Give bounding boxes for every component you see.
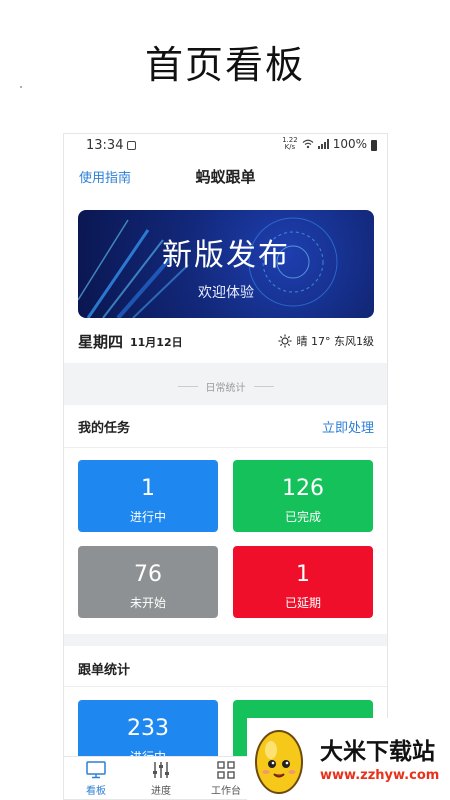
divider-line-right	[253, 386, 274, 387]
phone-screen: 13:34 1.22 K/s 100% 使用指南 蚂蚁跟单 新版发布 欢迎体验 …	[63, 133, 388, 800]
status-right: 1.22 K/s 100%	[282, 137, 377, 151]
mascot-egg-logo	[255, 730, 303, 794]
task-tile-in-progress[interactable]: 1 进行中	[78, 460, 218, 532]
status-bar: 13:34 1.22 K/s 100%	[64, 134, 387, 158]
battery-icon	[371, 139, 377, 151]
sun-icon	[278, 334, 291, 348]
tab-dashboard[interactable]: 看板	[66, 761, 126, 797]
app-notification-icon	[127, 141, 136, 150]
section-band	[64, 634, 387, 646]
tab-progress[interactable]: 进度	[131, 761, 191, 797]
tile-label: 已完成	[284, 510, 321, 524]
tile-value: 233	[127, 716, 169, 741]
wifi-icon	[302, 139, 314, 149]
task-tile-not-started[interactable]: 76 未开始	[78, 546, 218, 618]
tab-label: 进度	[151, 786, 171, 797]
network-speed-unit: K/s	[284, 143, 296, 151]
sliders-icon	[153, 762, 169, 778]
section-band: 日常统计	[64, 363, 387, 405]
divider-line-left	[177, 386, 198, 387]
banner-title: 新版发布	[162, 238, 290, 273]
task-tile-delayed[interactable]: 1 已延期	[233, 546, 373, 618]
promo-banner[interactable]: 新版发布 欢迎体验	[78, 210, 374, 318]
process-now-link[interactable]: 立即处理	[322, 417, 374, 436]
section-divider-label: 日常统计	[205, 383, 246, 394]
weather-text: 晴 17° 东风1级	[296, 335, 375, 348]
watermark-url: www.zzhyw.com	[320, 768, 440, 783]
nav-bar: 使用指南 蚂蚁跟单	[64, 162, 387, 192]
site-watermark: 大米下载站 www.zzhyw.com	[247, 718, 450, 800]
task-tile-completed[interactable]: 126 已完成	[233, 460, 373, 532]
date-text: 11月12日	[130, 336, 183, 349]
network-speed: 1.22 K/s	[282, 137, 298, 151]
battery-percent: 100%	[332, 137, 367, 151]
divider	[64, 447, 387, 448]
tile-label: 已延期	[284, 596, 321, 610]
order-stats-title: 跟单统计	[78, 663, 131, 678]
weekday: 星期四	[78, 333, 124, 351]
section-divider: 日常统计	[64, 379, 387, 394]
tile-value: 1	[141, 476, 155, 501]
banner-subtitle: 欢迎体验	[198, 285, 254, 301]
tile-label: 未开始	[129, 596, 166, 610]
tile-label: 进行中	[129, 510, 166, 524]
app-title: 蚂蚁跟单	[195, 168, 256, 186]
weather: 晴 17° 东风1级	[278, 333, 375, 349]
tile-value: 76	[134, 562, 162, 587]
tab-label: 工作台	[211, 786, 241, 797]
tile-value: 1	[296, 562, 310, 587]
page-dot	[20, 86, 22, 88]
watermark-name: 大米下载站	[320, 739, 435, 765]
page-heading: 首页看板	[144, 43, 305, 87]
divider	[64, 686, 387, 687]
my-tasks-title: 我的任务	[78, 421, 131, 436]
tile-value: 126	[282, 476, 324, 501]
my-tasks-header: 我的任务 立即处理	[78, 417, 374, 437]
date-weather-row: 星期四 11月12日 晴 17° 东风1级	[78, 331, 374, 351]
grid-icon	[217, 761, 235, 779]
monitor-icon	[86, 761, 106, 779]
status-time: 13:34	[86, 138, 124, 153]
tab-label: 看板	[86, 786, 106, 797]
signal-icon	[317, 139, 329, 149]
